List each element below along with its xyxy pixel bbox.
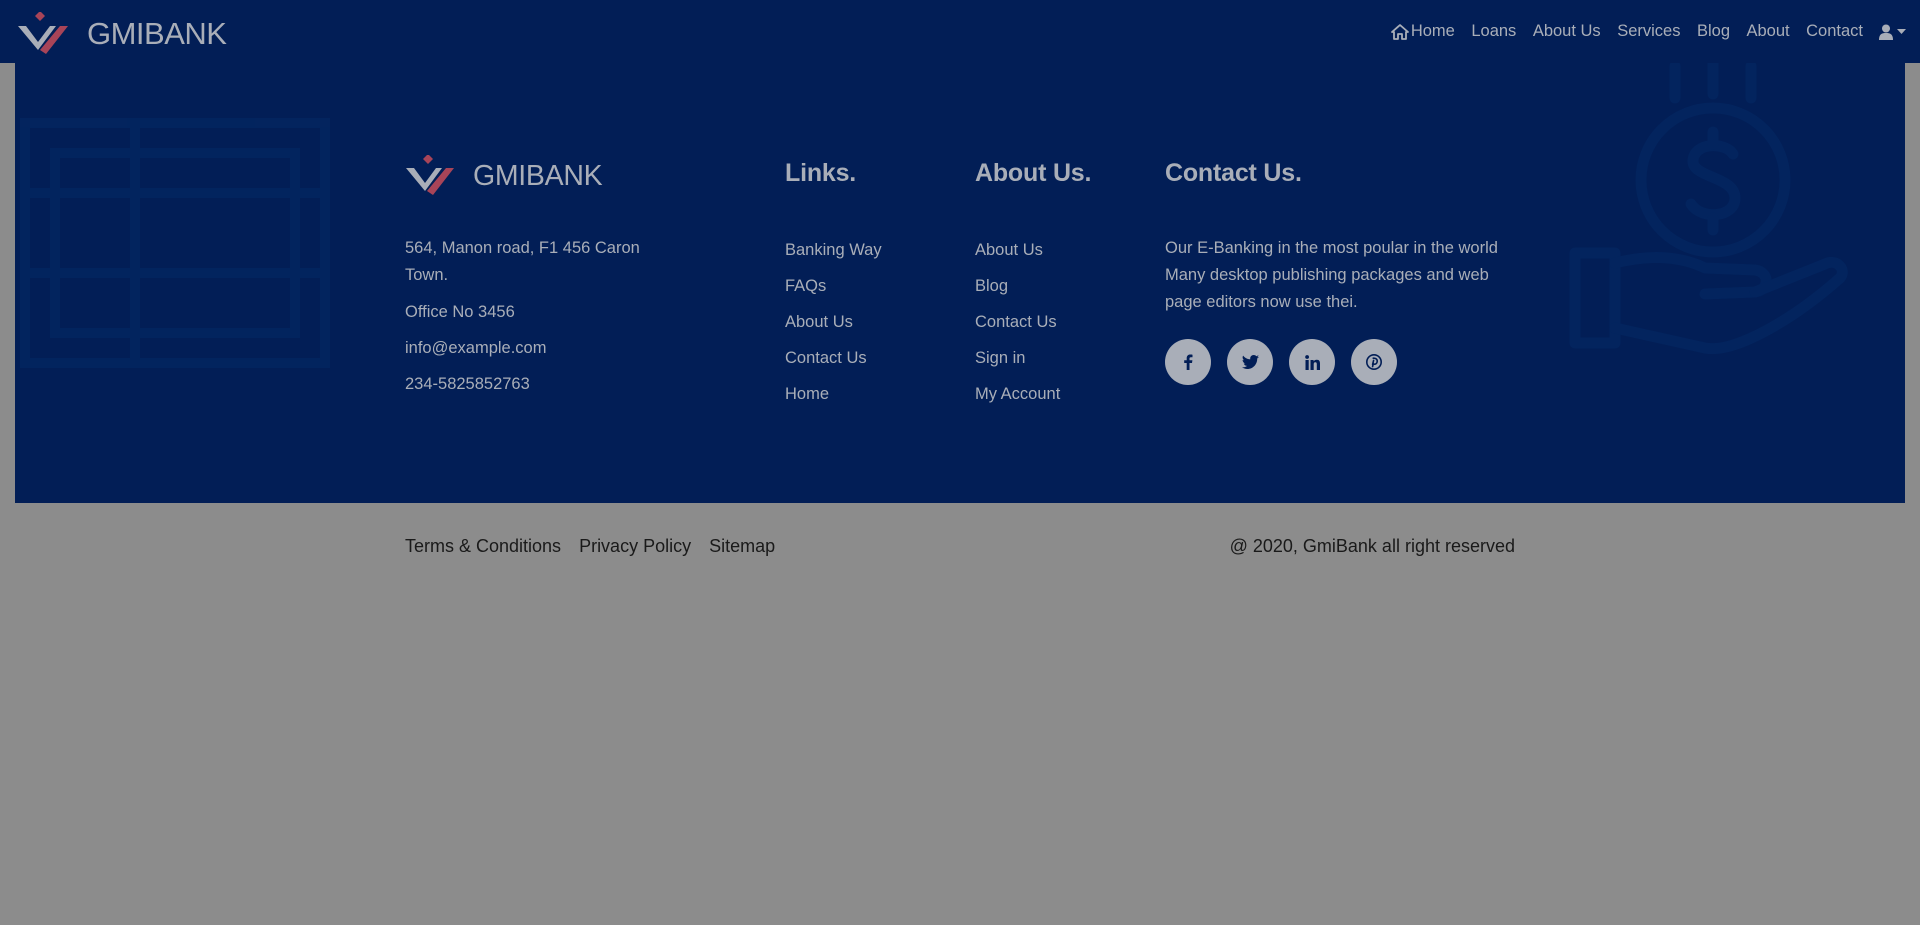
- linkedin-icon: [1304, 354, 1320, 370]
- linkedin-button[interactable]: [1289, 339, 1335, 385]
- nav-contact[interactable]: Contact: [1806, 22, 1863, 41]
- footer-bottom-links: Terms & Conditions Privacy Policy Sitema…: [405, 536, 793, 557]
- links-heading: Links.: [785, 159, 857, 187]
- twitter-icon: [1241, 355, 1259, 369]
- home-icon: [1390, 23, 1409, 40]
- footer-about-link-my-account[interactable]: My Account: [975, 384, 1060, 420]
- footer-link-contact-us[interactable]: Contact Us: [785, 348, 882, 384]
- social-links: [1165, 339, 1413, 385]
- footer-brand-name: GMIBANK: [473, 159, 603, 192]
- copyright-text: @ 2020, GmiBank all right reserved: [1229, 536, 1515, 556]
- nav-loans[interactable]: Loans: [1471, 22, 1516, 41]
- nav-blog[interactable]: Blog: [1697, 22, 1730, 41]
- contact-description: Our E-Banking in the most poular in the …: [1165, 239, 1498, 311]
- gmibank-logo-mark: [406, 155, 454, 195]
- footer-main: GMIBANK 564, Manon road, F1 456 Caron To…: [15, 63, 1905, 503]
- links-list: Banking Way FAQs About Us Contact Us Hom…: [785, 240, 882, 420]
- footer-link-faqs[interactable]: FAQs: [785, 276, 882, 312]
- top-navbar: GMIBANK Home Loans About Us Services Blo…: [0, 0, 1920, 63]
- gmibank-logo-mark: [18, 12, 68, 54]
- footer-about-link-blog[interactable]: Blog: [975, 276, 1060, 312]
- facebook-icon: [1184, 354, 1193, 370]
- contact-heading: Contact Us.: [1165, 159, 1302, 187]
- main-nav: Home Loans About Us Services Blog About …: [1390, 0, 1906, 63]
- chevron-down-icon: [1897, 28, 1906, 34]
- footer-office: Office No 3456: [405, 303, 515, 321]
- user-menu-dropdown[interactable]: [1879, 24, 1906, 40]
- about-heading: About Us.: [975, 159, 1092, 187]
- terms-link[interactable]: Terms & Conditions: [405, 536, 561, 557]
- hand-dollar-icon: [1569, 63, 1848, 355]
- facebook-button[interactable]: [1165, 339, 1211, 385]
- footer-link-about-us[interactable]: About Us: [785, 312, 882, 348]
- footer-link-banking-way[interactable]: Banking Way: [785, 240, 882, 276]
- brand-name: GMIBANK: [87, 16, 227, 51]
- decorative-background-icon: [20, 118, 330, 368]
- privacy-policy-link[interactable]: Privacy Policy: [579, 536, 691, 557]
- brand-logo[interactable]: GMIBANK: [16, 12, 227, 56]
- nav-about[interactable]: About: [1747, 22, 1790, 41]
- twitter-button[interactable]: [1227, 339, 1273, 385]
- pinterest-button[interactable]: [1351, 339, 1397, 385]
- footer-address: 564, Manon road, F1 456 Caron Town.: [405, 239, 640, 284]
- user-icon: [1879, 24, 1893, 40]
- nav-services[interactable]: Services: [1617, 22, 1680, 41]
- footer-email[interactable]: info@example.com: [405, 339, 546, 358]
- nav-about-us[interactable]: About Us: [1533, 22, 1601, 41]
- footer-about-link-sign-in[interactable]: Sign in: [975, 348, 1060, 384]
- sitemap-link[interactable]: Sitemap: [709, 536, 775, 557]
- footer-phone[interactable]: 234-5825852763: [405, 375, 530, 394]
- nav-home[interactable]: Home: [1390, 22, 1455, 41]
- footer-about-link-contact-us[interactable]: Contact Us: [975, 312, 1060, 348]
- nav-home-label: Home: [1410, 22, 1455, 40]
- footer-logo[interactable]: GMIBANK: [405, 155, 603, 197]
- about-list: About Us Blog Contact Us Sign in My Acco…: [975, 240, 1060, 420]
- footer-about-link-about-us[interactable]: About Us: [975, 240, 1060, 276]
- pinterest-icon: [1366, 354, 1382, 370]
- footer-link-home[interactable]: Home: [785, 384, 882, 420]
